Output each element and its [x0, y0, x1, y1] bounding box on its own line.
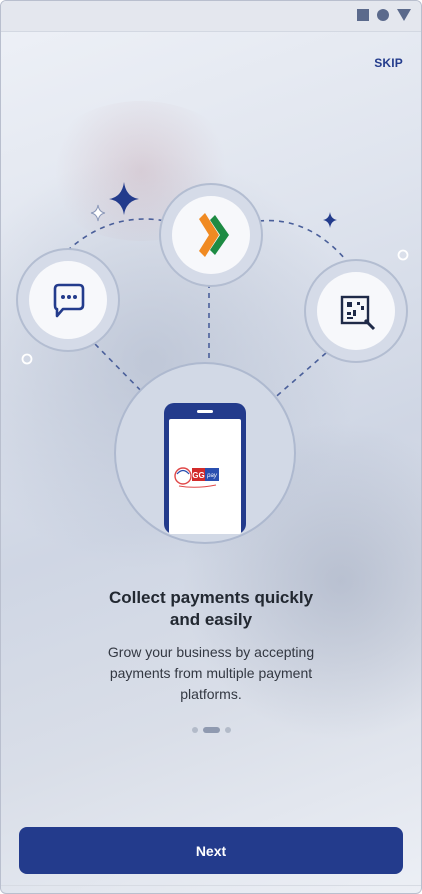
description-line: payments from multiple payment — [109, 665, 313, 681]
sparkle-icon — [90, 204, 106, 222]
onboarding-description: Grow your business by accepting payments… — [1, 642, 421, 705]
phone-node: GG pay — [114, 362, 296, 544]
title-line: and easily — [169, 610, 253, 629]
sparkle-icon — [109, 182, 139, 215]
page-dot[interactable] — [191, 727, 198, 733]
sparkle-icon — [323, 212, 337, 228]
divider — [1, 885, 421, 886]
page-dot[interactable] — [224, 727, 231, 733]
description-line: Grow your business by accepting — [107, 644, 315, 660]
bhim-upi-node — [159, 183, 263, 287]
decor-circle — [397, 249, 409, 261]
qr-scan-node — [304, 259, 408, 363]
title-line: Collect payments quickly — [108, 588, 314, 607]
app-screen: SKIP GG pay Collect payments quickly and… — [0, 0, 422, 894]
onboarding-illustration: GG pay — [16, 182, 409, 544]
page-indicator — [1, 727, 421, 733]
description-line: platforms. — [180, 686, 242, 702]
next-button[interactable]: Next — [19, 827, 403, 874]
chat-node — [16, 248, 120, 352]
page-dot-active[interactable] — [202, 727, 220, 733]
brand-number: GG — [192, 471, 204, 480]
onboarding-title: Collect payments quickly and easily — [1, 587, 421, 631]
brand-text: pay — [206, 473, 218, 479]
decor-circle — [21, 353, 33, 365]
